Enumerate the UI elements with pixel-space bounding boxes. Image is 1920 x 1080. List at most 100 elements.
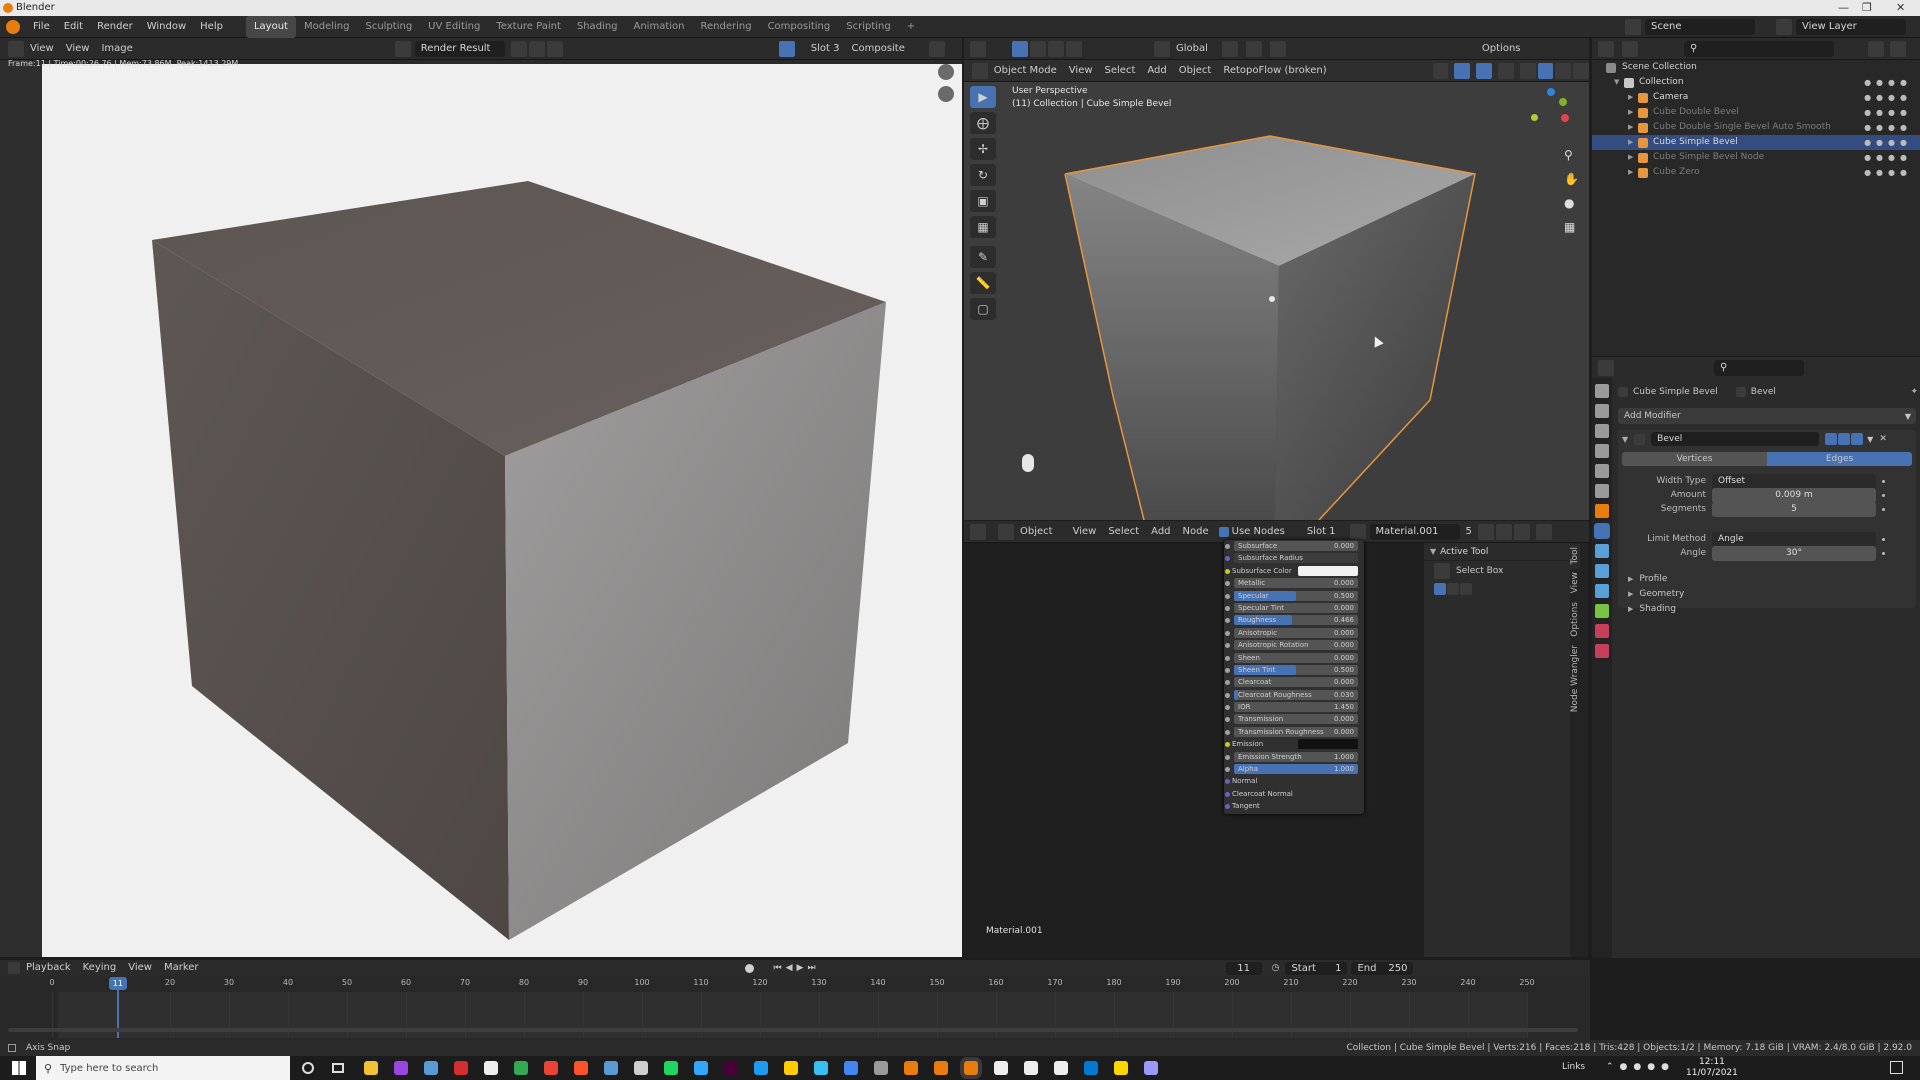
- input-socket[interactable]: [1225, 593, 1230, 599]
- mode-extend-icon[interactable]: [1447, 583, 1459, 595]
- camera-render-icon[interactable]: ●: [1900, 153, 1912, 162]
- select-subtract-icon[interactable]: [1066, 40, 1082, 57]
- node-input-anisotropic[interactable]: Anisotropic 0.000: [1224, 627, 1364, 639]
- wireframe-shading-icon[interactable]: [1519, 62, 1536, 79]
- mode-subtract-icon[interactable]: [1460, 583, 1472, 595]
- input-socket[interactable]: [1225, 717, 1230, 723]
- marker-menu[interactable]: Marker: [158, 960, 205, 976]
- timeline-scrollbar[interactable]: [8, 1028, 1578, 1032]
- input-socket[interactable]: [1225, 705, 1230, 711]
- width-type-field[interactable]: Offset: [1712, 474, 1876, 489]
- input-socket[interactable]: [1225, 630, 1230, 636]
- workspace-tab-texture-paint[interactable]: Texture Paint: [488, 16, 569, 38]
- select-extend-icon[interactable]: [1048, 40, 1064, 57]
- expand-icon[interactable]: ▶: [1628, 165, 1638, 180]
- keying-menu[interactable]: Keying: [77, 960, 123, 976]
- add-modifier-button[interactable]: Add Modifier ▼: [1618, 408, 1916, 424]
- close-icon[interactable]: ✕: [1896, 1, 1905, 14]
- eye-icon[interactable]: ●: [1876, 93, 1888, 102]
- outliner-item[interactable]: ▶ Cube Double Bevel ●●●●: [1592, 105, 1920, 120]
- node-input-metallic[interactable]: Metallic 0.000: [1224, 577, 1364, 589]
- properties-tab-physics-icon[interactable]: [1595, 564, 1609, 578]
- move-tool-icon[interactable]: ✢: [970, 138, 996, 160]
- expand-icon[interactable]: ▼: [1614, 75, 1624, 90]
- menu-window[interactable]: Window: [140, 16, 193, 38]
- playback-menu[interactable]: Playback: [20, 960, 77, 976]
- input-socket[interactable]: [1225, 692, 1230, 698]
- outliner-item[interactable]: ▶ Camera ●●●●: [1592, 90, 1920, 105]
- gizmo-icon[interactable]: [1454, 62, 1471, 79]
- input-socket[interactable]: [1225, 804, 1230, 810]
- gizmo-y-axis[interactable]: [1559, 98, 1567, 106]
- affect-edges[interactable]: Edges: [1767, 452, 1912, 466]
- workspace-tab-scripting[interactable]: Scripting: [838, 16, 898, 38]
- transform-tool-icon[interactable]: ▦: [970, 216, 996, 238]
- angle-field[interactable]: 30°: [1712, 546, 1876, 561]
- sidebar-tab-node-wrangler[interactable]: Node Wrangler: [1570, 641, 1580, 716]
- workspace-tab-rendering[interactable]: Rendering: [692, 16, 759, 38]
- new-collection-icon[interactable]: [1890, 40, 1906, 57]
- visibility-icon[interactable]: [1432, 62, 1449, 79]
- sidebar-tab-tool[interactable]: Tool: [1570, 543, 1580, 569]
- workspace-tab-animation[interactable]: Animation: [626, 16, 693, 38]
- amount-field[interactable]: 0.009 m: [1712, 488, 1876, 503]
- image-browse-icon[interactable]: [394, 40, 411, 57]
- image-name-field[interactable]: Render Result: [414, 40, 505, 57]
- collapse-icon[interactable]: ▼: [1430, 547, 1436, 556]
- keyframe-dot-icon[interactable]: [1882, 552, 1885, 555]
- color-swatch[interactable]: [1298, 739, 1358, 750]
- eye-icon[interactable]: ●: [1876, 153, 1888, 162]
- camera-render-icon[interactable]: ●: [1900, 78, 1912, 87]
- input-socket[interactable]: [1225, 618, 1230, 624]
- select-new-icon[interactable]: [1030, 40, 1046, 57]
- modifier-menu-icon[interactable]: ▼: [1867, 435, 1873, 444]
- realtime-toggle-icon[interactable]: [1838, 433, 1851, 445]
- color-swatch[interactable]: [1298, 565, 1358, 576]
- image-close-icon[interactable]: [546, 40, 563, 57]
- start-frame-field[interactable]: Start 1: [1285, 961, 1348, 975]
- workspace-tab-modeling[interactable]: Modeling: [296, 16, 358, 38]
- properties-tab-texture-icon[interactable]: [1595, 644, 1609, 658]
- new-material-icon[interactable]: [1495, 523, 1512, 540]
- outliner-search-input[interactable]: ⚲: [1684, 40, 1834, 57]
- viewport-toggle-icon[interactable]: ●: [1888, 153, 1900, 162]
- limit-method-field[interactable]: Angle: [1712, 532, 1876, 547]
- 3d-viewport[interactable]: User Perspective (11) Collection | Cube …: [964, 82, 1589, 520]
- image-open-icon[interactable]: [528, 40, 545, 57]
- input-socket[interactable]: [1225, 742, 1230, 748]
- navigation-gizmo[interactable]: [1531, 88, 1571, 128]
- expand-icon[interactable]: ▶: [1628, 90, 1638, 105]
- gizmo-z-axis[interactable]: [1547, 88, 1555, 96]
- properties-tab-particles-icon[interactable]: [1595, 544, 1609, 558]
- notification-icon[interactable]: [1890, 1061, 1903, 1074]
- node-input-roughness[interactable]: Roughness 0.466: [1224, 614, 1364, 626]
- taskbar-app-icon[interactable]: [424, 1061, 438, 1075]
- menu-edit[interactable]: Edit: [57, 16, 90, 38]
- properties-tab-render-icon[interactable]: [1595, 404, 1609, 418]
- node-input-transmission-roughness[interactable]: Transmission Roughness 0.000: [1224, 726, 1364, 738]
- eye-icon[interactable]: ●: [1876, 108, 1888, 117]
- retopoflow-menu[interactable]: RetopoFlow (broken): [1217, 60, 1332, 82]
- proportional-edit-icon[interactable]: [1269, 40, 1286, 57]
- transform-orientation-dropdown[interactable]: Global: [1170, 38, 1214, 60]
- ortho-view-icon[interactable]: ▦: [1564, 220, 1580, 236]
- scene-selector[interactable]: Scene: [1625, 19, 1755, 35]
- properties-search-input[interactable]: ⚲: [1714, 359, 1804, 376]
- node-input-clearcoat-roughness[interactable]: Clearcoat Roughness 0.030: [1224, 689, 1364, 701]
- outliner-item[interactable]: ▶ Cube Simple Bevel Node ●●●●: [1592, 150, 1920, 165]
- expand-icon[interactable]: ▶: [1628, 120, 1638, 135]
- camera-view-icon[interactable]: ●: [1564, 196, 1580, 212]
- shader-type-icon[interactable]: [998, 523, 1014, 540]
- input-socket[interactable]: [1225, 581, 1230, 587]
- taskbar-app-icon[interactable]: [694, 1061, 708, 1075]
- taskbar-clock[interactable]: 12:11 11/07/2021: [1686, 1057, 1738, 1079]
- eye-icon[interactable]: ●: [1876, 138, 1888, 147]
- select-toggle-icon[interactable]: ●: [1864, 93, 1876, 102]
- view-layer-field[interactable]: View Layer: [1796, 19, 1906, 35]
- taskbar-app-icon[interactable]: [844, 1061, 858, 1075]
- node-input-ior[interactable]: IOR 1.450: [1224, 701, 1364, 713]
- pan-icon[interactable]: [938, 86, 954, 102]
- taskbar-app-icon[interactable]: [394, 1061, 408, 1075]
- view-menu[interactable]: View: [24, 38, 60, 60]
- node-input-emission[interactable]: Emission: [1224, 738, 1364, 750]
